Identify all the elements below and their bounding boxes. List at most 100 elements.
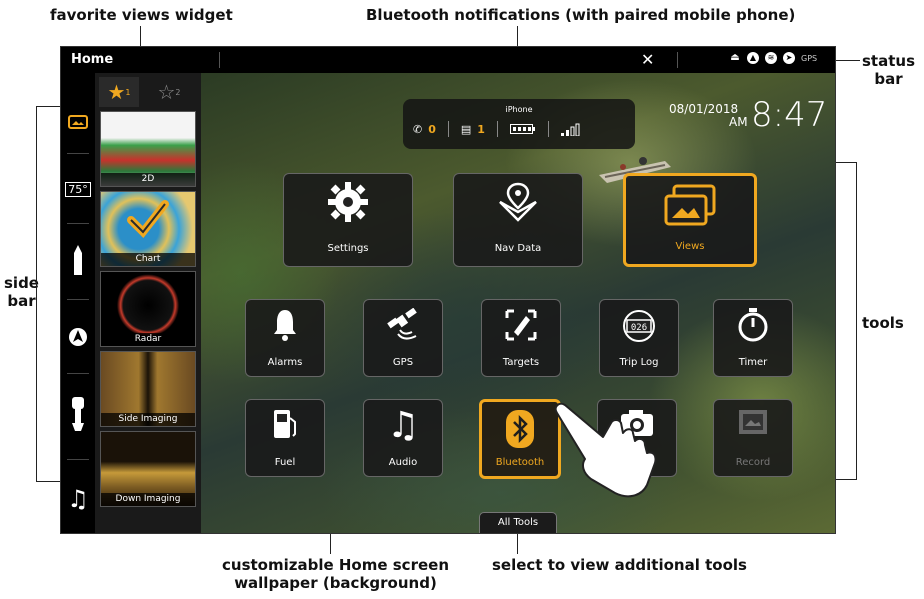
tools-bracket [856, 162, 857, 480]
time-display: 8:47 [751, 95, 828, 135]
view-thumb-radar[interactable]: Radar [100, 271, 196, 347]
trip-log-tool[interactable]: 026 Trip Log [599, 299, 679, 377]
tool-label: Views [675, 241, 705, 252]
navigation-icon[interactable]: ➤ [783, 52, 795, 64]
notification-divider [447, 121, 449, 137]
audio-tool[interactable]: ♫ Audio [363, 399, 443, 477]
sidebar-item-music[interactable]: ♫ [61, 479, 95, 519]
tab-favorites-1[interactable]: ★ 1 [99, 77, 139, 107]
side-bar-callout-line2: bar [7, 292, 36, 310]
view-thumb-down-imaging[interactable]: Down Imaging [100, 431, 196, 507]
sidebar-item-boat[interactable] [61, 241, 95, 281]
tool-label: Trip Log [619, 357, 659, 368]
message-count: 1 [477, 122, 485, 136]
tool-label: Fuel [274, 457, 296, 468]
battery-icon [509, 124, 535, 134]
sidebar-divider [67, 153, 89, 154]
status-bar-callout-line1: status [862, 52, 915, 70]
wallpaper-callout-line1: customizable Home screen [222, 556, 449, 574]
timer-tool[interactable]: Timer [713, 299, 793, 377]
motor-icon [72, 397, 84, 431]
boat-icon [74, 245, 82, 275]
film-record-icon [739, 410, 767, 434]
view-thumb-side-imaging[interactable]: Side Imaging [100, 351, 196, 427]
fuel-tool[interactable]: Fuel [245, 399, 325, 477]
notification-row: ✆ 0 ▤ 1 [413, 121, 583, 137]
home-title: Home [71, 52, 114, 67]
record-tool[interactable]: Record [713, 399, 793, 477]
missed-call-count: 0 [428, 122, 436, 136]
status-icons[interactable]: ⏏ ▲ ≋ ➤ GPS [729, 52, 817, 66]
satellite-icon [387, 308, 417, 340]
notification-divider [496, 121, 498, 137]
sonar-icon[interactable]: ≋ [765, 52, 777, 64]
settings-tool[interactable]: Settings [283, 173, 413, 267]
status-bar: Home ✕ ⏏ ▲ ≋ ➤ GPS [61, 47, 835, 73]
sidebar-divider [67, 299, 89, 300]
music-icon: ♫ [67, 485, 89, 513]
all-tools-callout: select to view additional tools [492, 556, 747, 574]
trip-log-icon: 026 [623, 310, 655, 342]
star-filled-icon: ★ [107, 80, 126, 104]
power-icon[interactable]: ⏏ [729, 52, 741, 64]
views-icon [664, 184, 716, 226]
nav-data-tool[interactable]: Nav Data [453, 173, 583, 267]
view-label: Side Imaging [101, 413, 195, 426]
wallpaper-callout-line2: wallpaper (background) [234, 574, 437, 592]
sidebar-item-temperature[interactable]: 75° [61, 169, 95, 209]
tool-label: GPS [392, 357, 414, 368]
sidebar-item-motor[interactable] [61, 395, 95, 435]
view-thumb-chart[interactable]: Chart [100, 191, 196, 267]
tool-label: Settings [327, 243, 369, 254]
views-icon [68, 115, 88, 129]
tools-callout: tools [862, 314, 904, 332]
views-tool[interactable]: Views [623, 173, 757, 267]
view-label: Radar [101, 333, 195, 346]
bluetooth-tool[interactable]: Bluetooth [479, 399, 561, 479]
tab-number: 1 [125, 87, 131, 97]
missed-call-icon: ✆ [413, 122, 423, 136]
alarms-tool[interactable]: Alarms [245, 299, 325, 377]
all-tools-button[interactable]: All Tools [479, 512, 557, 533]
favorite-views-callout: favorite views widget [50, 6, 233, 24]
favorite-views-widget: ★ 1 ☆ 2 2D Chart Radar Side Imaging Down I… [95, 73, 201, 533]
tab-favorites-2[interactable]: ☆ 2 [149, 77, 189, 107]
tool-label: Audio [388, 457, 418, 468]
sidebar-item-compass[interactable] [61, 317, 95, 357]
tool-label: Record [735, 457, 771, 468]
gps-status-icon[interactable]: GPS [801, 52, 817, 66]
gear-icon [328, 182, 368, 222]
svg-text:026: 026 [631, 323, 647, 333]
bell-icon [274, 310, 296, 341]
hand-pointer-icon [554, 402, 657, 498]
target-boat-icon [505, 309, 537, 341]
close-button[interactable]: ✕ [641, 50, 654, 69]
star-outline-icon: ☆ [157, 80, 176, 104]
status-bar-callout: status bar [862, 52, 915, 88]
gps-tool[interactable]: GPS [363, 299, 443, 377]
sidebar-divider [67, 373, 89, 374]
map-pin-icon [499, 182, 537, 222]
view-label: Down Imaging [101, 493, 195, 506]
home-screen: Home ✕ ⏏ ▲ ≋ ➤ GPS 75° ♫ ★ 1 ☆ 2 2D Char… [60, 46, 836, 534]
phone-name: iPhone [505, 105, 533, 114]
tab-number: 2 [175, 87, 181, 97]
tool-label: Alarms [267, 357, 303, 368]
wallpaper-callout: customizable Home screen wallpaper (back… [222, 556, 449, 592]
all-tools-pointer [517, 532, 518, 554]
sidebar-item-views[interactable] [61, 101, 95, 141]
targets-tool[interactable]: Targets [481, 299, 561, 377]
stopwatch-icon [738, 308, 768, 342]
notification-divider [547, 121, 549, 137]
view-label: 2D [101, 173, 195, 186]
side-bar: 75° ♫ [61, 73, 95, 533]
bluetooth-icon [506, 410, 534, 448]
sidebar-divider [67, 459, 89, 460]
view-thumb-2d[interactable]: 2D [100, 111, 196, 187]
tool-label: Timer [738, 357, 768, 368]
favorite-views-list: 2D Chart Radar Side Imaging Down Imaging [100, 111, 196, 511]
message-icon: ▤ [460, 122, 472, 136]
radar-icon[interactable]: ▲ [747, 52, 759, 64]
sidebar-divider [67, 223, 89, 224]
bluetooth-notifications[interactable]: iPhone ✆ 0 ▤ 1 [403, 99, 635, 149]
